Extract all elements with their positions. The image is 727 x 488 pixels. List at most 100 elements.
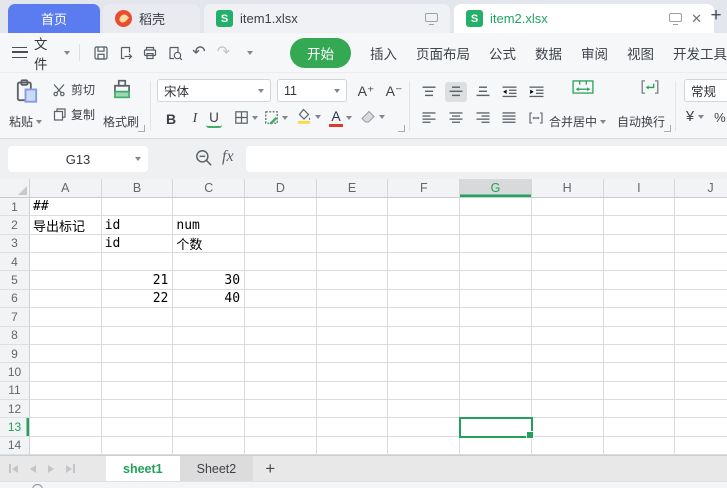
column-header-D[interactable]: D (245, 179, 317, 198)
cell-E10[interactable] (317, 363, 389, 381)
cell-H1[interactable] (532, 198, 604, 216)
cell-H2[interactable] (532, 216, 604, 234)
name-box[interactable]: G13 (8, 146, 148, 172)
cell-B14[interactable] (102, 437, 174, 455)
file-menu-button[interactable]: 文件 (34, 33, 59, 73)
cell-J7[interactable] (675, 308, 727, 326)
italic-button[interactable]: I (184, 109, 206, 129)
cell-B5[interactable]: 21 (102, 271, 174, 289)
next-sheet-icon[interactable] (48, 465, 54, 473)
font-dialog-launcher[interactable] (398, 125, 405, 132)
tab-home[interactable]: 首页 (8, 4, 100, 33)
cut-button[interactable]: 剪切 (52, 81, 95, 98)
cell-D3[interactable] (245, 235, 317, 253)
cell-A9[interactable] (30, 345, 102, 363)
cell-D14[interactable] (245, 437, 317, 455)
align-top-button[interactable] (418, 82, 440, 102)
column-header-B[interactable]: B (102, 179, 174, 198)
cell-E12[interactable] (317, 400, 389, 418)
increase-indent-button[interactable] (525, 82, 547, 102)
cell-A1[interactable]: ## (30, 198, 102, 216)
fill-color-button[interactable] (296, 108, 321, 125)
cell-F4[interactable] (388, 253, 460, 271)
cell-C8[interactable] (173, 327, 245, 345)
row-header-13[interactable]: 13 (0, 418, 30, 436)
cell-I7[interactable] (604, 308, 676, 326)
zoom-out-search-icon[interactable] (194, 148, 214, 168)
align-middle-button[interactable] (445, 82, 467, 102)
tab-item1[interactable]: S item1.xlsx (204, 4, 450, 33)
cell-G2[interactable] (460, 216, 532, 234)
menu-tab-5[interactable]: 审阅 (581, 43, 608, 63)
cell-C9[interactable] (173, 345, 245, 363)
cell-F3[interactable] (388, 235, 460, 253)
menu-tab-7[interactable]: 开发工具 (673, 43, 727, 63)
cell-D9[interactable] (245, 345, 317, 363)
cell-I11[interactable] (604, 382, 676, 400)
cell-E8[interactable] (317, 327, 389, 345)
cell-E7[interactable] (317, 308, 389, 326)
currency-format-button[interactable]: ¥ % (686, 109, 726, 125)
cell-G8[interactable] (460, 327, 532, 345)
row-header-6[interactable]: 6 (0, 290, 30, 308)
row-header-12[interactable]: 12 (0, 400, 30, 418)
menu-tab-1[interactable]: 插入 (370, 43, 397, 63)
clipboard-dialog-launcher[interactable] (138, 125, 145, 132)
bold-button[interactable]: B (160, 109, 182, 129)
share-screen-icon[interactable] (425, 13, 438, 22)
row-header-5[interactable]: 5 (0, 271, 30, 289)
cell-B3[interactable]: id (102, 235, 174, 253)
number-format-combo[interactable]: 常规 (684, 79, 727, 102)
cell-H4[interactable] (532, 253, 604, 271)
cell-G9[interactable] (460, 345, 532, 363)
cell-I1[interactable] (604, 198, 676, 216)
row-header-7[interactable]: 7 (0, 308, 30, 326)
cell-E4[interactable] (317, 253, 389, 271)
shrink-to-fit-button[interactable] (525, 108, 547, 128)
menu-tab-2[interactable]: 页面布局 (416, 43, 470, 63)
cell-D10[interactable] (245, 363, 317, 381)
format-painter-button[interactable] (100, 78, 144, 104)
cell-F14[interactable] (388, 437, 460, 455)
save-button[interactable] (90, 41, 112, 65)
cell-J8[interactable] (675, 327, 727, 345)
menu-tab-4[interactable]: 数据 (535, 43, 562, 63)
prev-sheet-icon[interactable] (30, 465, 36, 473)
cell-I9[interactable] (604, 345, 676, 363)
cell-J13[interactable] (675, 418, 727, 436)
cell-I5[interactable] (604, 271, 676, 289)
draw-border-button[interactable] (264, 110, 288, 125)
column-header-F[interactable]: F (388, 179, 460, 198)
cell-F12[interactable] (388, 400, 460, 418)
borders-button[interactable] (234, 110, 258, 125)
cell-C4[interactable] (173, 253, 245, 271)
row-header-10[interactable]: 10 (0, 363, 30, 381)
cell-B6[interactable]: 22 (102, 290, 174, 308)
tab-docer[interactable]: 稻壳 (103, 4, 200, 33)
cell-J14[interactable] (675, 437, 727, 455)
cell-I8[interactable] (604, 327, 676, 345)
cell-C12[interactable] (173, 400, 245, 418)
column-header-H[interactable]: H (532, 179, 604, 198)
cell-B11[interactable] (102, 382, 174, 400)
row-header-11[interactable]: 11 (0, 382, 30, 400)
cell-H10[interactable] (532, 363, 604, 381)
cell-A4[interactable] (30, 253, 102, 271)
select-all-corner[interactable] (0, 179, 30, 198)
cell-D11[interactable] (245, 382, 317, 400)
redo-button[interactable]: ↷ (212, 41, 234, 65)
cell-C2[interactable]: num (173, 216, 245, 234)
cell-G7[interactable] (460, 308, 532, 326)
paste-button[interactable] (10, 78, 44, 104)
cell-J12[interactable] (675, 400, 727, 418)
cell-G1[interactable] (460, 198, 532, 216)
cell-H6[interactable] (532, 290, 604, 308)
cell-F8[interactable] (388, 327, 460, 345)
cell-C5[interactable]: 30 (173, 271, 245, 289)
cell-E3[interactable] (317, 235, 389, 253)
cell-F2[interactable] (388, 216, 460, 234)
cell-A10[interactable] (30, 363, 102, 381)
cell-C1[interactable] (173, 198, 245, 216)
add-sheet-button[interactable]: + (265, 456, 275, 481)
cell-J1[interactable] (675, 198, 727, 216)
